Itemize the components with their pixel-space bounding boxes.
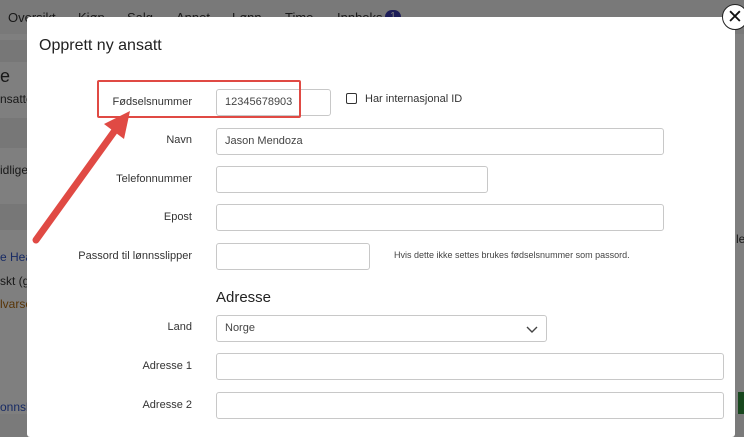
close-button[interactable]: ✕ — [722, 4, 744, 30]
address2-label: Adresse 2 — [142, 399, 192, 411]
annotation-highlight-box — [97, 80, 301, 118]
dialog-title: Opprett ny ansatt — [39, 37, 162, 54]
phone-label: Telefonnummer — [116, 173, 192, 185]
password-label: Passord til lønnsslipper — [78, 250, 192, 262]
country-select[interactable]: Norge — [216, 315, 547, 342]
address-heading: Adresse — [216, 289, 272, 306]
address2-input[interactable] — [216, 392, 724, 419]
intl-id-checkbox[interactable] — [346, 93, 357, 104]
name-input[interactable]: Jason Mendoza — [216, 128, 664, 155]
name-value: Jason Mendoza — [225, 135, 303, 147]
name-label: Navn — [166, 134, 192, 146]
password-input[interactable] — [216, 243, 370, 270]
email-input[interactable] — [216, 204, 664, 231]
chevron-down-icon — [526, 326, 538, 333]
password-hint: Hvis dette ikke settes brukes fødselsnum… — [394, 250, 630, 260]
address1-label: Adresse 1 — [142, 360, 192, 372]
address1-input[interactable] — [216, 353, 724, 380]
close-icon: ✕ — [727, 6, 743, 28]
country-label: Land — [167, 321, 192, 333]
intl-id-label: Har internasjonal ID — [365, 93, 463, 105]
phone-input[interactable] — [216, 166, 488, 193]
country-value: Norge — [225, 322, 255, 334]
email-label: Epost — [163, 211, 192, 223]
